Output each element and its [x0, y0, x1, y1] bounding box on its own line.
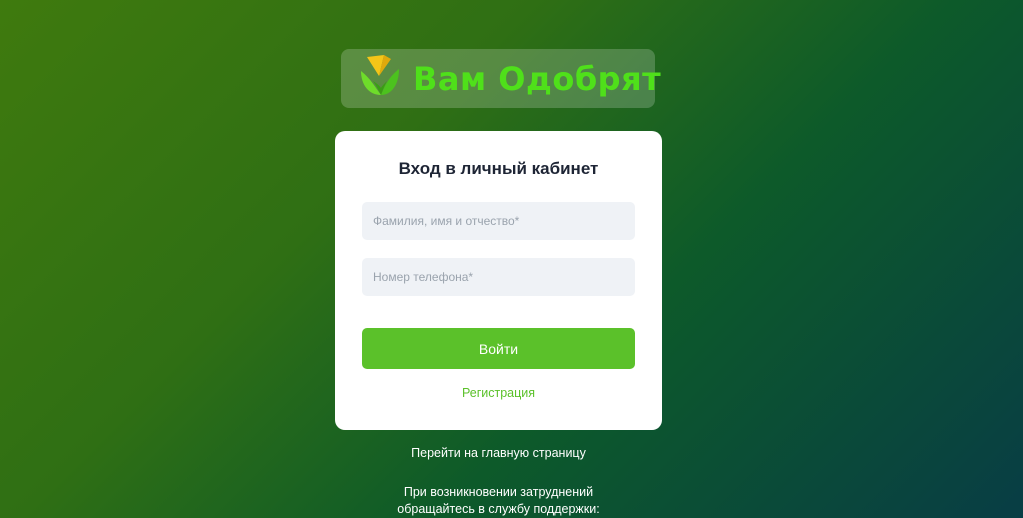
support-text-line-1: При возникновении затруднений	[403, 485, 594, 499]
support-text-line-2: обращайтесь в службу поддержки:	[397, 502, 600, 516]
register-link[interactable]: Регистрация	[335, 386, 662, 400]
home-page-link[interactable]: Перейти на главную страницу	[0, 446, 997, 460]
login-title: Вход в личный кабинет	[398, 159, 599, 178]
phone-input[interactable]	[362, 258, 635, 296]
full-name-input[interactable]	[362, 202, 635, 240]
leaf-sun-logo-icon	[357, 53, 403, 104]
brand-name: Вам Одобрят	[413, 59, 662, 98]
login-button[interactable]: Войти	[362, 328, 635, 369]
login-card: Вход в личный кабинет Войти Регистрация	[335, 131, 662, 430]
brand-logo[interactable]: Вам Одобрят	[341, 49, 661, 108]
